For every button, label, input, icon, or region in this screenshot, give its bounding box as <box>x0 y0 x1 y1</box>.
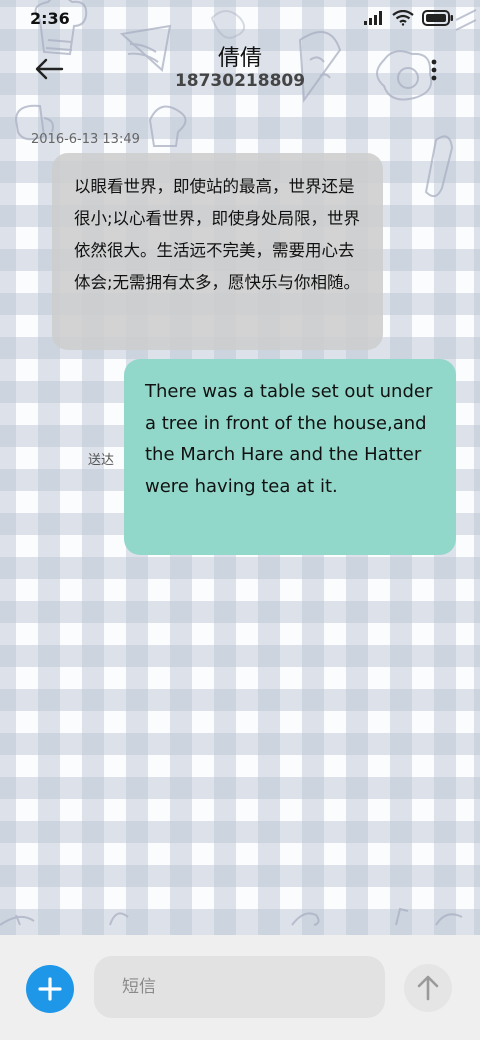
wifi-icon <box>392 10 414 26</box>
delivery-status: 送达 <box>88 453 115 468</box>
status-bar: 2:36 <box>0 0 480 40</box>
more-vertical-icon <box>431 59 437 81</box>
outgoing-message-bubble[interactable]: There was a table set out under a tree i… <box>124 359 456 555</box>
message-timestamp: 2016-6-13 13:49 <box>31 132 140 147</box>
contact-number: 18730218809 <box>174 71 306 91</box>
status-icons <box>364 10 454 26</box>
status-time: 2:36 <box>30 9 70 28</box>
signal-icon <box>364 11 382 25</box>
message-input[interactable]: 短信 <box>94 956 385 1018</box>
more-options-button[interactable] <box>428 58 440 82</box>
conversation-header: 倩倩 18730218809 <box>0 40 480 100</box>
arrow-up-icon <box>417 975 439 1001</box>
add-attachment-button[interactable] <box>26 965 74 1013</box>
send-button[interactable] <box>404 964 452 1012</box>
plus-icon <box>38 977 62 1001</box>
battery-icon <box>422 10 453 26</box>
contact-name: 倩倩 <box>217 46 262 71</box>
incoming-message-bubble[interactable]: 以眼看世界，即使站的最高，世界还是很小;以心看世界，即使身处局限，世界依然很大。… <box>52 153 383 350</box>
